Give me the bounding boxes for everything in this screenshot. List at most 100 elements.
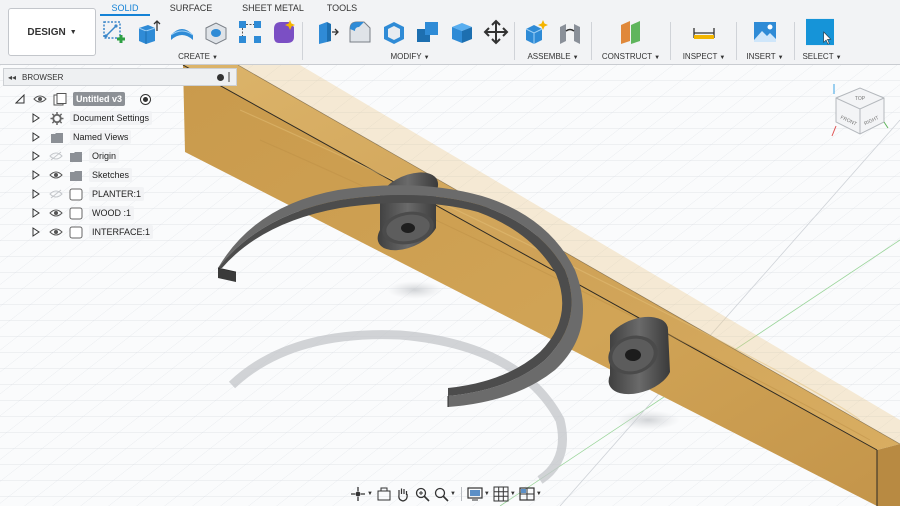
tree-item-named-views[interactable]: Named Views bbox=[3, 128, 237, 147]
triangle-collapsed-icon[interactable] bbox=[31, 113, 41, 123]
chevron-down-icon: ▼ bbox=[654, 55, 661, 61]
tree-item-origin[interactable]: Origin bbox=[3, 147, 237, 166]
select-group: SELECT ▼ bbox=[799, 18, 845, 64]
create-menu[interactable]: CREATE ▼ bbox=[100, 52, 296, 61]
divider bbox=[794, 22, 795, 60]
tab-sheet-metal[interactable]: SHEET METAL bbox=[232, 0, 314, 16]
press-pull-icon[interactable] bbox=[312, 18, 340, 46]
select-icon[interactable] bbox=[806, 18, 834, 46]
eye-icon[interactable] bbox=[33, 94, 47, 104]
browser-panel: ◂◂ BROWSER Untitled v3 Document Settings… bbox=[3, 68, 237, 240]
eye-icon[interactable] bbox=[49, 208, 63, 218]
offset-face-icon[interactable] bbox=[448, 18, 476, 46]
tree-root[interactable]: Untitled v3 bbox=[3, 90, 237, 109]
zoom-button[interactable] bbox=[414, 486, 430, 502]
triangle-collapsed-icon[interactable] bbox=[31, 189, 41, 199]
folder-icon bbox=[70, 152, 82, 162]
inspect-label: INSPECT bbox=[682, 52, 718, 61]
workspace-switcher[interactable]: DESIGN ▼ bbox=[8, 8, 96, 56]
inspect-menu[interactable]: INSPECT ▼ bbox=[677, 52, 731, 61]
root-label: Untitled v3 bbox=[73, 92, 126, 106]
move-icon[interactable] bbox=[482, 18, 510, 46]
boss-shadow bbox=[616, 410, 680, 430]
measure-icon[interactable] bbox=[690, 18, 718, 46]
look-at-button[interactable] bbox=[376, 486, 392, 502]
new-component-icon[interactable] bbox=[522, 18, 550, 46]
grid-settings-button[interactable]: ▼ bbox=[493, 486, 516, 502]
extrude-icon[interactable] bbox=[134, 18, 162, 46]
pattern-icon[interactable] bbox=[236, 18, 264, 46]
zoom-window-button[interactable]: ▼ bbox=[433, 486, 456, 502]
divider bbox=[736, 22, 737, 60]
viewports-icon bbox=[519, 487, 535, 501]
tab-surface[interactable]: SURFACE bbox=[150, 0, 232, 16]
select-label: SELECT bbox=[802, 52, 834, 61]
triangle-collapsed-icon[interactable] bbox=[31, 151, 41, 161]
orbit-button[interactable]: ▼ bbox=[350, 486, 373, 502]
workspace-label: DESIGN bbox=[27, 26, 66, 38]
modify-label: MODIFY bbox=[390, 52, 422, 61]
zoom-window-icon bbox=[434, 487, 449, 502]
component-icon bbox=[69, 188, 83, 201]
divider bbox=[460, 487, 462, 501]
chevron-down-icon: ▼ bbox=[572, 55, 579, 61]
assemble-menu[interactable]: ASSEMBLE ▼ bbox=[522, 52, 584, 61]
modify-menu[interactable]: MODIFY ▼ bbox=[312, 52, 508, 61]
new-sketch-icon[interactable] bbox=[100, 18, 128, 46]
chevron-down-icon: ▼ bbox=[367, 491, 373, 497]
create-form-icon[interactable] bbox=[270, 18, 298, 46]
create-group: CREATE ▼ bbox=[100, 18, 296, 64]
triangle-collapsed-icon[interactable] bbox=[31, 208, 41, 218]
chevron-down-icon: ▼ bbox=[509, 491, 516, 497]
collapse-icon[interactable]: ◂◂ bbox=[8, 73, 16, 82]
tab-tools[interactable]: TOOLS bbox=[314, 0, 370, 16]
combine-icon[interactable] bbox=[414, 18, 442, 46]
create-label: CREATE bbox=[178, 52, 210, 61]
triangle-expanded-icon[interactable] bbox=[15, 94, 25, 104]
joint-icon[interactable] bbox=[556, 18, 584, 46]
tree-item-interface[interactable]: INTERFACE:1 bbox=[3, 223, 237, 242]
divider bbox=[302, 22, 303, 60]
insert-image-icon[interactable] bbox=[751, 18, 779, 46]
pin-dot-icon[interactable] bbox=[217, 73, 224, 81]
tree-item-label: Sketches bbox=[89, 168, 133, 182]
tree-item-label: Document Settings bbox=[70, 111, 153, 125]
panel-handle[interactable] bbox=[228, 72, 230, 82]
shell-icon[interactable] bbox=[380, 18, 408, 46]
tree-item-document-settings[interactable]: Document Settings bbox=[3, 109, 237, 128]
tree-item-sketches[interactable]: Sketches bbox=[3, 166, 237, 185]
gear-icon bbox=[50, 112, 64, 125]
divider bbox=[670, 22, 671, 60]
select-menu[interactable]: SELECT ▼ bbox=[799, 52, 845, 61]
folder-icon bbox=[70, 171, 82, 181]
tree-item-wood[interactable]: WOOD :1 bbox=[3, 204, 237, 223]
eye-icon[interactable] bbox=[49, 227, 63, 237]
triangle-collapsed-icon[interactable] bbox=[31, 132, 41, 142]
fillet-icon[interactable] bbox=[346, 18, 374, 46]
pan-button[interactable] bbox=[395, 486, 411, 502]
orbit-icon bbox=[351, 487, 365, 501]
offset-plane-icon[interactable] bbox=[617, 18, 645, 46]
insert-menu[interactable]: INSERT ▼ bbox=[742, 52, 788, 61]
tab-solid[interactable]: SOLID bbox=[100, 0, 150, 16]
cube-face-top[interactable]: TOP bbox=[855, 96, 866, 102]
activate-radio[interactable] bbox=[140, 94, 151, 105]
construct-menu[interactable]: CONSTRUCT ▼ bbox=[598, 52, 664, 61]
hole-icon[interactable] bbox=[202, 18, 230, 46]
display-settings-button[interactable]: ▼ bbox=[467, 486, 490, 502]
document-icon bbox=[53, 93, 67, 106]
assemble-group: ASSEMBLE ▼ bbox=[522, 18, 584, 64]
divider bbox=[591, 22, 592, 60]
eye-hidden-icon[interactable] bbox=[49, 189, 63, 199]
eye-icon[interactable] bbox=[49, 170, 63, 180]
triangle-collapsed-icon[interactable] bbox=[31, 227, 41, 237]
navigation-bar: ▼ ▼ ▼ ▼ ▼ bbox=[350, 484, 546, 504]
component-icon bbox=[69, 226, 83, 239]
viewports-button[interactable]: ▼ bbox=[519, 486, 542, 502]
revolve-icon[interactable] bbox=[168, 18, 196, 46]
tree-item-planter[interactable]: PLANTER:1 bbox=[3, 185, 237, 204]
construct-group: CONSTRUCT ▼ bbox=[598, 18, 664, 64]
view-cube[interactable]: TOP FRONT RIGHT bbox=[830, 76, 890, 140]
triangle-collapsed-icon[interactable] bbox=[31, 170, 41, 180]
eye-hidden-icon[interactable] bbox=[49, 151, 63, 161]
